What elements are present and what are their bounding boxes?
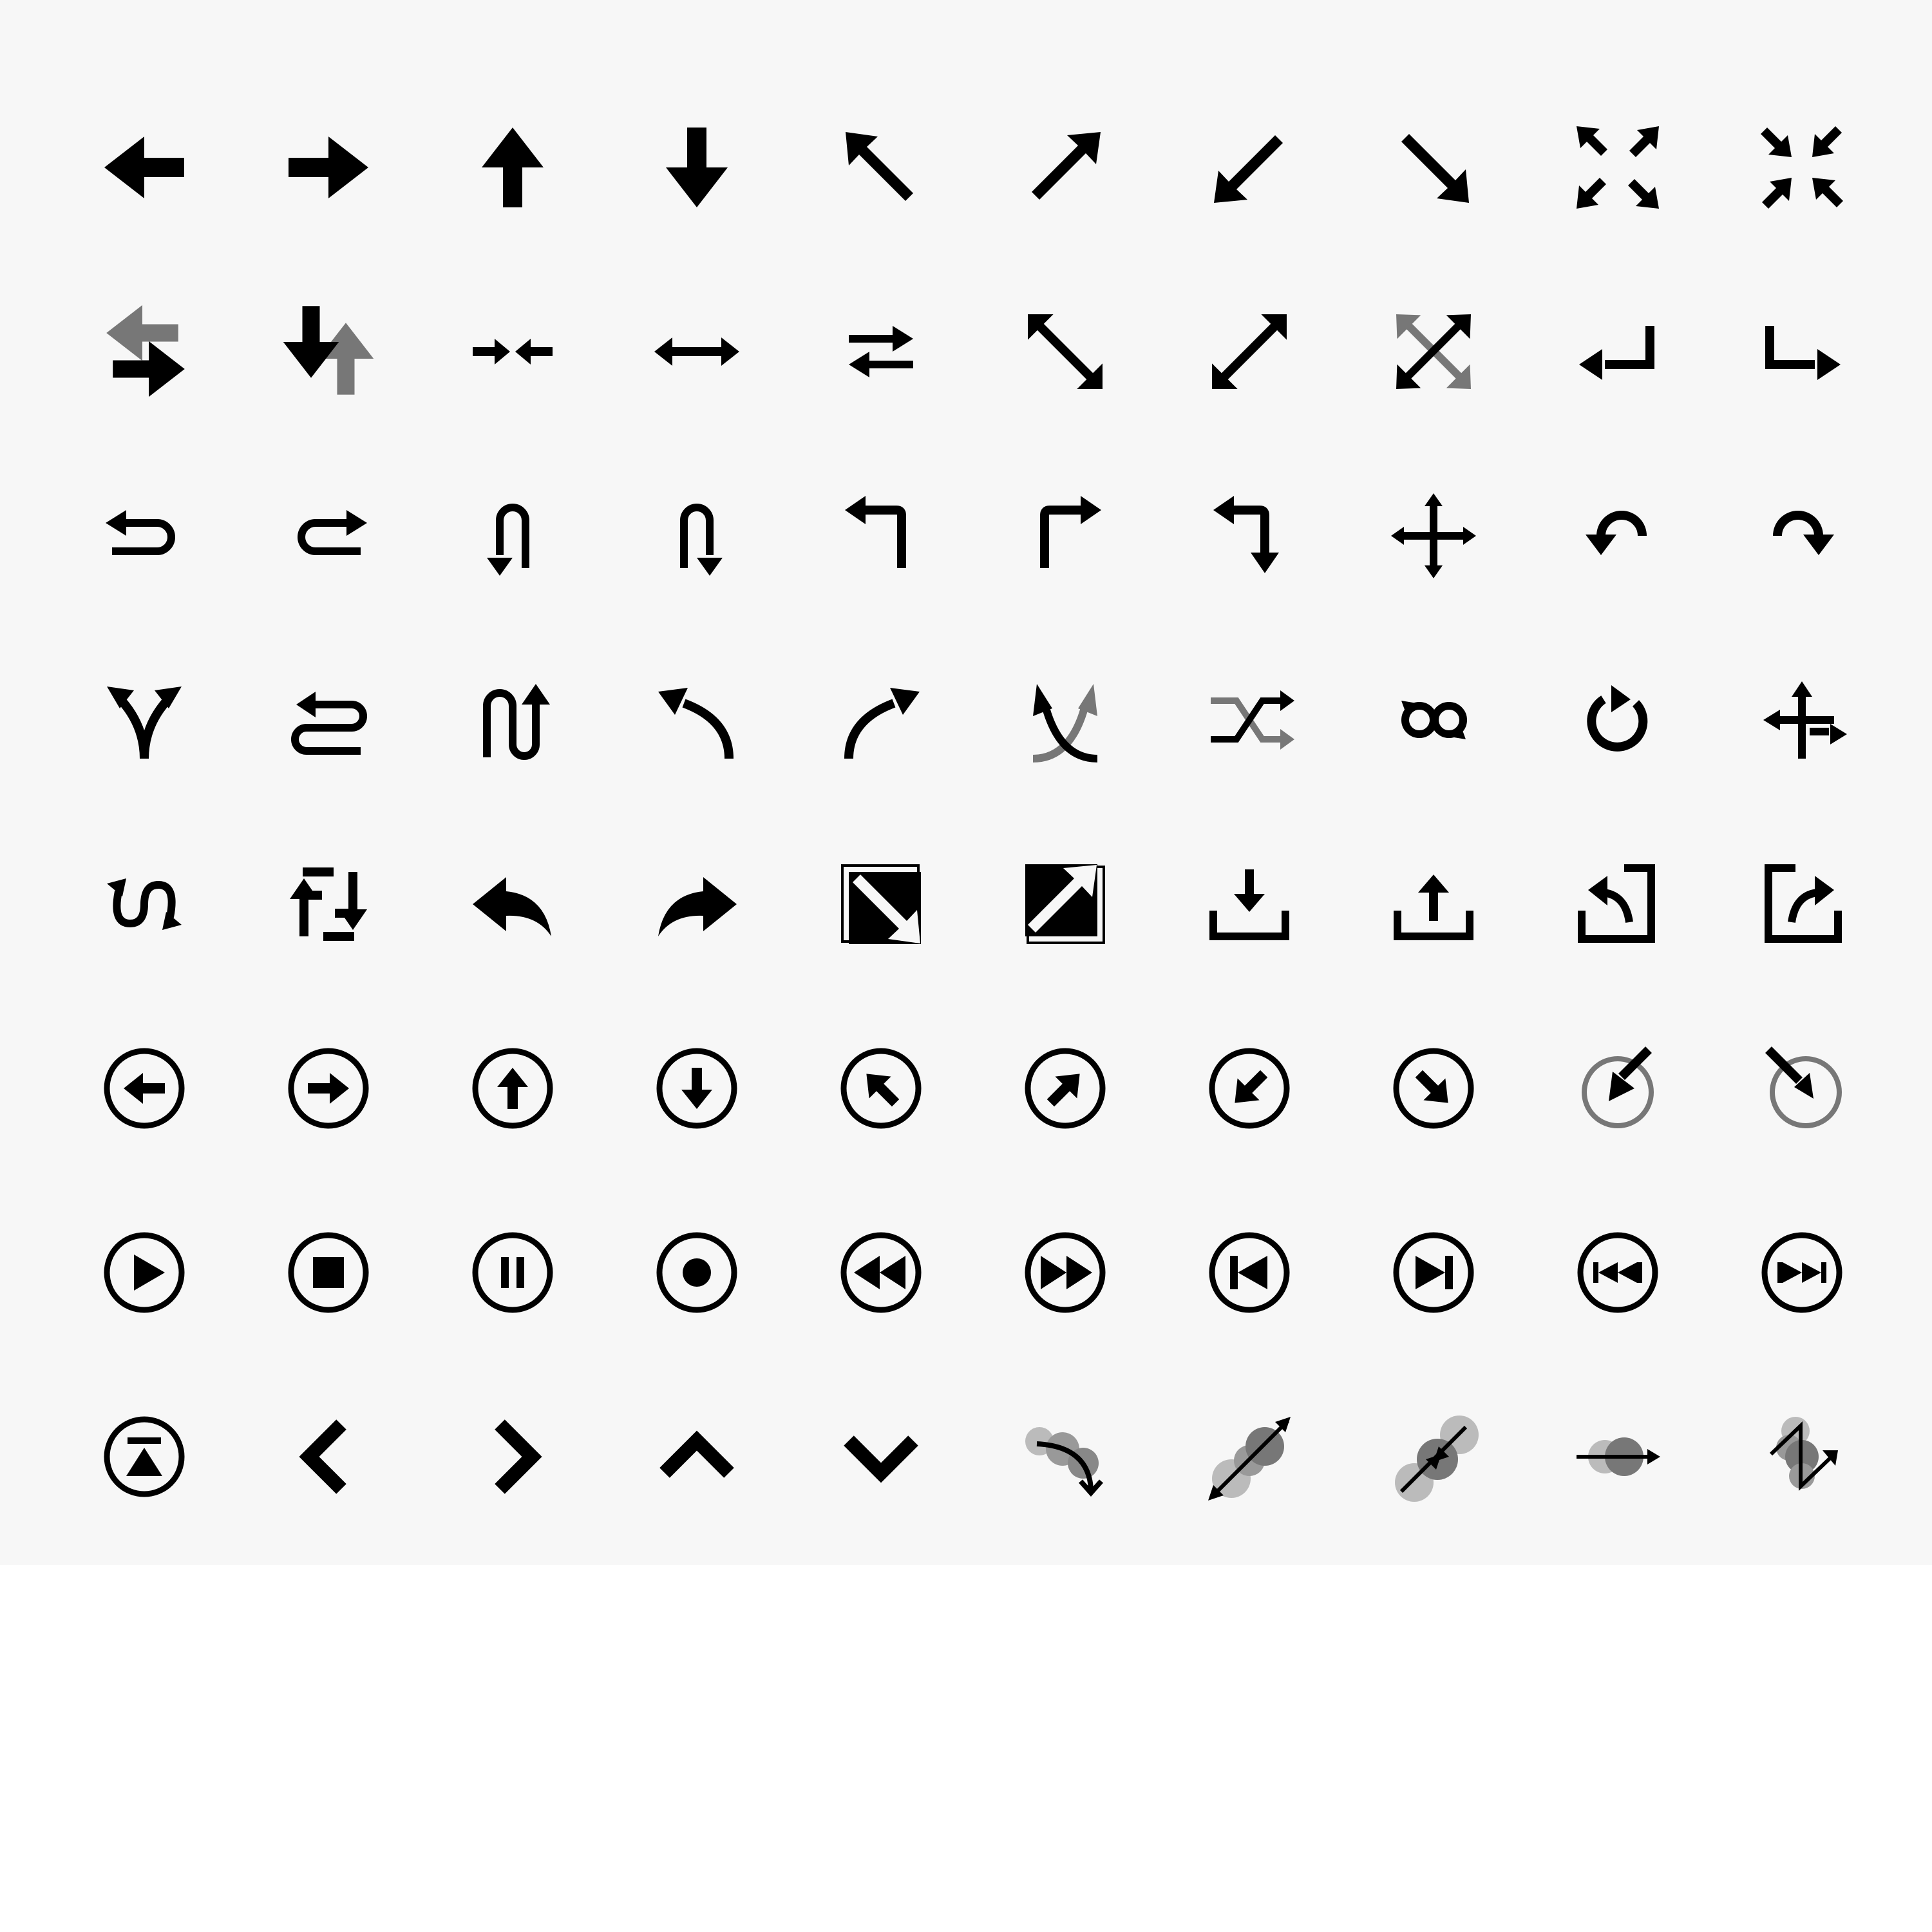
- redo-icon: [1738, 471, 1866, 600]
- swap-horizontal-icon: [80, 287, 209, 416]
- zigzag-left-icon: [264, 656, 393, 784]
- u-turn-left-icon: [80, 471, 209, 600]
- loop-icon: [1369, 656, 1498, 784]
- return-right-icon: [1738, 287, 1866, 416]
- curve-up-left-icon: [632, 656, 761, 784]
- s-curve-icon: [80, 840, 209, 969]
- upload-tray-icon: [1369, 840, 1498, 969]
- move-icon: [1369, 471, 1498, 600]
- circle-arrow-down-icon: [632, 1024, 761, 1153]
- retweet-icon: [264, 840, 393, 969]
- cross-curve-icon: [1001, 656, 1130, 784]
- chevron-right-icon: [448, 1392, 577, 1521]
- arrow-left-icon: [80, 103, 209, 232]
- record-icon: [632, 1208, 761, 1337]
- arrow-out-of-circle-icon: [1738, 1024, 1866, 1153]
- import-box-icon: [817, 840, 945, 969]
- cross-diagonal-icon: [1369, 287, 1498, 416]
- arrow-down-right-icon: [1369, 103, 1498, 232]
- circle-arrow-up-icon: [448, 1024, 577, 1153]
- circle-arrow-right-icon: [264, 1024, 393, 1153]
- corner-up-right-icon: [1001, 471, 1130, 600]
- chevron-left-icon: [264, 1392, 393, 1521]
- fast-forward-icon: [1001, 1208, 1130, 1337]
- split-icon: [80, 656, 209, 784]
- arrow-down-left-icon: [1185, 103, 1314, 232]
- previous-icon: [1553, 1208, 1682, 1337]
- corner-up-left-icon: [817, 471, 945, 600]
- skip-next-icon: [1369, 1208, 1498, 1337]
- stop-icon: [264, 1208, 393, 1337]
- icon-grid: [0, 0, 1932, 1565]
- eject-icon: [80, 1392, 209, 1521]
- arrow-up-icon: [448, 103, 577, 232]
- box-share-icon: [1738, 840, 1866, 969]
- circle-arrow-up-right-icon: [1001, 1024, 1130, 1153]
- arrow-diagonal-nw-se-icon: [1185, 287, 1314, 416]
- motion-horizontal-icon: [1553, 1392, 1682, 1521]
- return-left-icon: [1553, 287, 1682, 416]
- u-turn-down-right-icon: [632, 471, 761, 600]
- u-turn-down-left-icon: [448, 471, 577, 600]
- undo-icon: [1553, 471, 1682, 600]
- circle-arrow-down-right-icon: [1369, 1024, 1498, 1153]
- box-reply-icon: [1553, 840, 1682, 969]
- merge-horizontal-icon: [448, 287, 577, 416]
- icon-sheet: [0, 0, 1932, 1565]
- collapse-icon: [1738, 103, 1866, 232]
- motion-diagonal-scale-icon: [1185, 1392, 1314, 1521]
- branch-move-icon: [1738, 656, 1866, 784]
- play-icon: [80, 1208, 209, 1337]
- arrow-down-icon: [632, 103, 761, 232]
- refresh-icon: [1553, 656, 1682, 784]
- swap-vertical-icon: [264, 287, 393, 416]
- zigzag-up-icon: [448, 656, 577, 784]
- rewind-icon: [817, 1208, 945, 1337]
- expand-icon: [1553, 103, 1682, 232]
- corner-left-down-icon: [1185, 471, 1314, 600]
- forward-icon: [632, 840, 761, 969]
- chevron-up-icon: [632, 1392, 761, 1521]
- motion-diagonal-merge-icon: [1369, 1392, 1498, 1521]
- circle-arrow-left-icon: [80, 1024, 209, 1153]
- download-tray-icon: [1185, 840, 1314, 969]
- arrow-left-right-icon: [632, 287, 761, 416]
- skip-previous-icon: [1185, 1208, 1314, 1337]
- next-icon: [1738, 1208, 1866, 1337]
- arrow-into-circle-icon: [1553, 1024, 1682, 1153]
- arrow-diagonal-ne-sw-icon: [1001, 287, 1130, 416]
- reply-icon: [448, 840, 577, 969]
- chevron-down-icon: [817, 1392, 945, 1521]
- exchange-icon: [817, 287, 945, 416]
- curve-up-right-icon: [817, 656, 945, 784]
- arrow-up-right-icon: [1001, 103, 1130, 232]
- arrow-up-left-icon: [817, 103, 945, 232]
- motion-curve-icon: [1001, 1392, 1130, 1521]
- circle-arrow-up-left-icon: [817, 1024, 945, 1153]
- shuffle-icon: [1185, 656, 1314, 784]
- u-turn-right-icon: [264, 471, 393, 600]
- arrow-right-icon: [264, 103, 393, 232]
- motion-zigzag-icon: [1738, 1392, 1866, 1521]
- export-box-icon: [1001, 840, 1130, 969]
- pause-icon: [448, 1208, 577, 1337]
- circle-arrow-down-left-icon: [1185, 1024, 1314, 1153]
